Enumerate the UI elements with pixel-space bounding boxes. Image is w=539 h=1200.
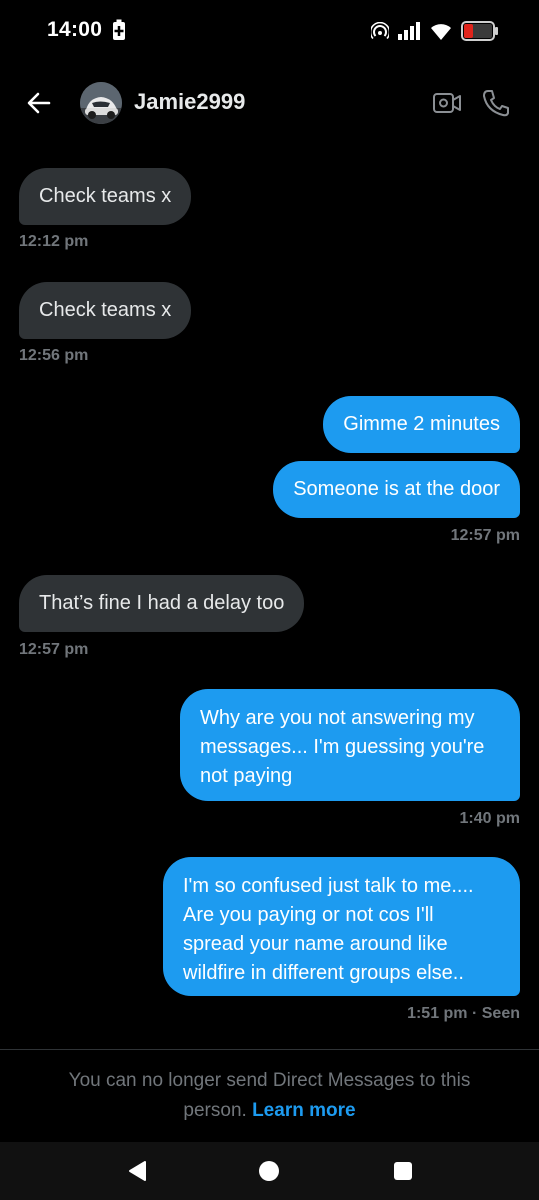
hotspot-icon [371, 22, 389, 40]
nav-back-icon[interactable] [125, 1158, 151, 1184]
message-line: Why are you not answering my [200, 707, 475, 729]
status-time: 14:00 [47, 18, 103, 41]
battery-charging-icon [113, 19, 125, 40]
message-timestamp: 1:40 pm [459, 810, 520, 827]
message-line: Are you paying or not cos I'll [183, 904, 434, 926]
back-button[interactable] [22, 86, 56, 120]
video-camera-icon[interactable] [432, 90, 462, 116]
battery-low-icon [461, 21, 498, 41]
message-timestamp: 12:12 pm [19, 233, 89, 250]
status-bar: 14:00 [0, 0, 539, 62]
message-line: I'm so confused just talk to me.... [183, 875, 474, 897]
message-line: spread your name around like [183, 933, 448, 955]
signal-icon [398, 22, 420, 40]
message-bubble-outgoing[interactable]: Why are you not answering my messages...… [180, 689, 520, 801]
message-timestamp: 12:57 pm [450, 527, 520, 544]
message-bubble-incoming[interactable]: Check teams x [19, 282, 192, 339]
message-line: wildfire in different groups else.. [183, 962, 464, 984]
message-timestamp: 12:57 pm [19, 641, 89, 658]
avatar[interactable] [80, 82, 122, 124]
message-bubble-incoming[interactable]: Check teams x [19, 168, 192, 225]
wifi-icon [431, 24, 451, 40]
message-bubble-outgoing[interactable]: Gimme 2 minutes [323, 396, 520, 453]
notice-text: person. [183, 1100, 247, 1121]
conversation-header: Jamie2999 [0, 62, 539, 142]
nav-home-icon[interactable] [256, 1158, 282, 1184]
system-nav-bar [0, 1142, 539, 1200]
message-line: messages... I'm guessing you're [200, 736, 485, 758]
learn-more-link[interactable]: Learn more [252, 1100, 355, 1121]
car-avatar-image [80, 82, 122, 124]
back-arrow-icon [27, 92, 51, 114]
message-bubble-outgoing[interactable]: I'm so confused just talk to me.... Are … [163, 857, 520, 996]
message-line: not paying [200, 765, 293, 787]
message-bubble-outgoing[interactable]: Someone is at the door [273, 461, 520, 518]
phone-icon[interactable] [481, 88, 511, 118]
divider [0, 1049, 539, 1050]
contact-name[interactable]: Jamie2999 [134, 89, 245, 115]
message-timestamp: 12:56 pm [19, 347, 89, 364]
message-bubble-incoming[interactable]: That’s fine I had a delay too [19, 575, 305, 632]
dm-disabled-notice: You can no longer send Direct Messages t… [0, 1066, 539, 1126]
notice-line-2: person. Learn more [0, 1096, 539, 1126]
notice-line-1: You can no longer send Direct Messages t… [68, 1070, 471, 1091]
message-timestamp-seen: 1:51 pm · Seen [407, 1005, 520, 1022]
status-icons [371, 18, 499, 44]
nav-recents-icon[interactable] [390, 1158, 416, 1184]
